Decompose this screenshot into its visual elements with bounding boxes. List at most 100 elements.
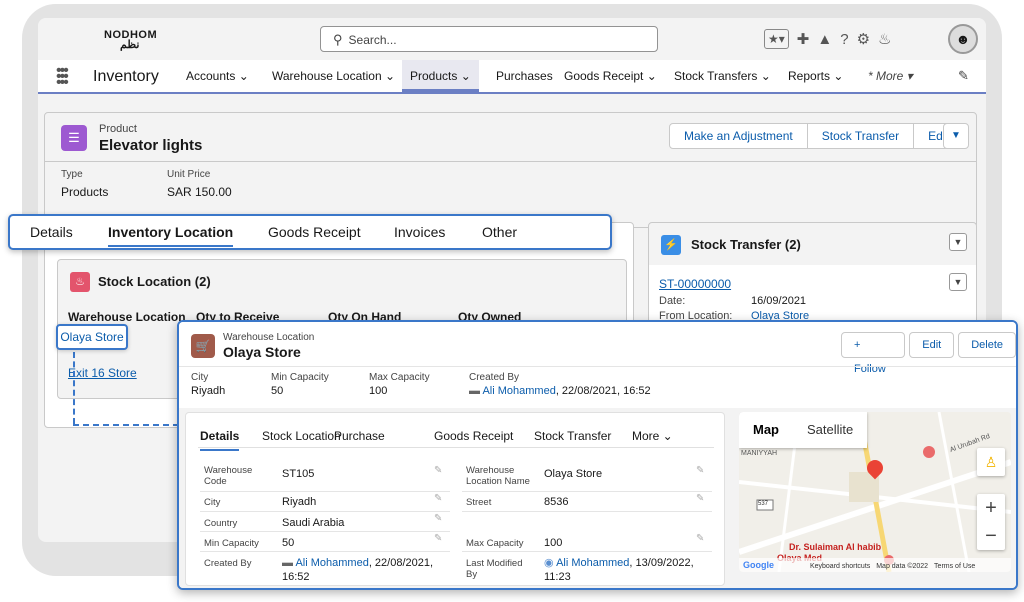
avatar[interactable]: ☻ [948,24,978,54]
bell-icon[interactable]: ♨ [878,30,891,48]
card-menu-button[interactable]: ▼ [949,233,967,251]
tab-stock-location[interactable]: Stock Location [262,429,341,443]
favorites-icon[interactable]: ★▾ [764,29,789,49]
nav-accounts[interactable]: Accounts ⌄ [178,60,257,92]
nav-stock-transfers[interactable]: Stock Transfers ⌄ [666,60,779,92]
edit-nav-icon[interactable]: ✎ [958,68,969,84]
pencil-icon[interactable]: ✎ [696,533,704,544]
nav-bar: ••• ••• ••• Inventory Accounts ⌄ Warehouse… [38,60,986,94]
modified-label: Last Modified By [466,558,523,580]
record-menu-button[interactable]: ▼ [949,273,967,291]
tab-details[interactable]: Details [30,224,73,240]
warehouse-popup: 🛒 Warehouse Location Olaya Store + Follo… [177,320,1018,590]
modified-user-link[interactable]: Ali Mohammed [556,557,629,569]
terms-link[interactable]: Terms of Use [934,563,975,570]
nav-more[interactable]: * More ▾ [860,60,921,92]
search-icon: ⚲ [333,32,343,47]
price-label: Unit Price [167,169,211,180]
delete-button[interactable]: Delete [958,332,1016,358]
tab-inventory-location[interactable]: Inventory Location [108,224,234,247]
pencil-icon[interactable]: ✎ [434,513,442,524]
details-panel: Details Stock Location Purchase Goods Re… [185,412,725,586]
type-label: Type [61,169,83,180]
lightning-icon: ⚡ [661,235,681,255]
city-label: City [191,372,209,383]
table-row[interactable]: Exit 16 Store [68,366,137,380]
tab-invoices[interactable]: Invoices [394,224,445,240]
record-tabs: Details Inventory Location Goods Receipt… [8,214,612,250]
satellite-tab[interactable]: Satellite [793,412,867,448]
pencil-icon[interactable]: ✎ [696,465,704,476]
divider [200,511,450,512]
max-value: 100 [369,385,388,397]
keyboard-shortcuts-link[interactable]: Keyboard shortcuts [810,563,870,570]
tab-more[interactable]: More ⌄ [632,429,673,443]
tab-purchase[interactable]: Purchase [334,429,385,443]
zoom-in-button[interactable]: + [977,494,1005,522]
type-value: Products [61,185,109,199]
action-buttons: Make an Adjustment Stock Transfer Edit [669,123,964,149]
product-icon: ☰ [61,125,87,151]
bell-icon: ♨ [70,272,90,292]
divider [45,161,976,162]
pegman-icon[interactable]: ♙ [977,448,1005,476]
min-label: Min Capacity [271,372,329,383]
created-user-link[interactable]: Ali Mohammed [482,385,555,397]
nav-goods-receipt[interactable]: Goods Receipt ⌄ [556,60,665,92]
tab-other[interactable]: Other [482,224,517,240]
tab-goods-receipt[interactable]: Goods Receipt [434,429,513,443]
max-label: Max Capacity [369,372,430,383]
stock-transfer-button[interactable]: Stock Transfer [808,124,915,148]
help-icon[interactable]: ? [840,31,848,48]
olaya-store-link[interactable]: Olaya Store [56,324,128,350]
more-actions-button[interactable]: ▼ [943,123,969,149]
object-label: Warehouse Location [223,332,315,343]
max-value: 100 [544,537,563,549]
nav-purchases[interactable]: Purchases [488,60,561,92]
created-value: ▬ Ali Mohammed, 22/08/2021, 16:52 [282,557,434,583]
divider [200,551,450,552]
edit-button[interactable]: Edit [909,332,955,358]
map-widget[interactable]: Map Satellite MANIYYAH Al Urubah Rd 537 … [739,412,1011,572]
divider [462,511,712,512]
nav-reports[interactable]: Reports ⌄ [780,60,851,92]
pencil-icon[interactable]: ✎ [434,465,442,476]
tab-goods-receipt[interactable]: Goods Receipt [268,224,361,240]
street-label: Street [466,497,492,508]
zoom-controls: + − [977,494,1005,550]
gear-icon[interactable]: ⚙ [857,30,870,48]
user-icon: ▬ [469,385,480,397]
map-road-number: 537 [758,501,769,507]
divider [198,447,714,448]
header-icons: ★▾ ✚ ▲ ? ⚙ ♨ [764,26,891,52]
nav-products[interactable]: Products ⌄ [402,60,479,92]
min-value: 50 [271,385,284,397]
make-adjustment-button[interactable]: Make an Adjustment [670,124,808,148]
created-user-link[interactable]: Ali Mohammed [295,557,368,569]
country-value: Saudi Arabia [282,517,345,529]
follow-button[interactable]: + Follow [841,332,906,375]
app-launcher-icon[interactable]: ••• ••• ••• [56,63,69,91]
city-label: City [204,497,221,508]
map-tab[interactable]: Map [739,412,793,448]
add-icon[interactable]: ✚ [797,30,810,48]
zoom-out-button[interactable]: − [977,522,1005,550]
date-value: 16/09/2021 [751,295,807,307]
user-icon: ◉ [544,557,554,569]
nav-warehouse-location[interactable]: Warehouse Location ⌄ [264,60,403,92]
name-label: Warehouse Location Name [466,465,530,487]
created-date: , 22/08/2021, 16:52 [555,385,651,397]
map-type-tabs: Map Satellite [739,412,868,448]
tab-stock-transfer[interactable]: Stock Transfer [534,429,611,443]
transfer-link[interactable]: ST-00000000 [659,277,731,291]
warehouse-title: Olaya Store [223,344,301,360]
pencil-icon[interactable]: ✎ [696,493,704,504]
trailhead-icon[interactable]: ▲ [817,31,832,48]
max-label: Max Capacity [466,538,524,549]
pencil-icon[interactable]: ✎ [434,533,442,544]
min-label: Min Capacity [204,538,259,549]
app-name: Inventory [93,68,159,85]
divider [179,366,1016,367]
search-input[interactable]: ⚲ Search... [320,26,658,52]
pencil-icon[interactable]: ✎ [434,493,442,504]
